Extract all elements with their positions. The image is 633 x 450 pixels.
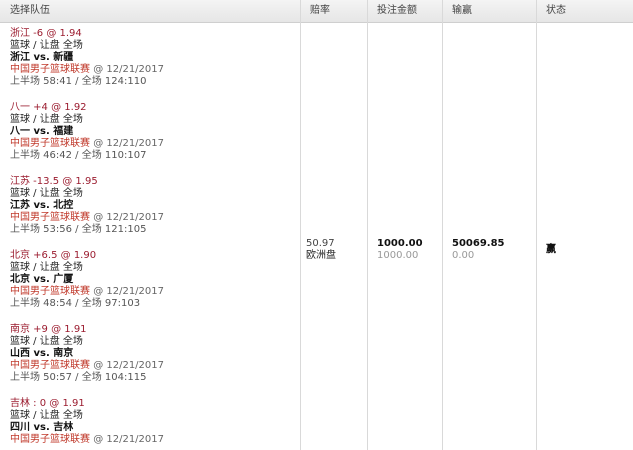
bet-match: 山西 vs. 南京 [10,348,74,359]
header-stake: 投注金额 [377,5,417,16]
odds-type: 欧洲盘 [306,250,336,261]
bet-score: 上半场 48:54 / 全场 97:103 [10,298,141,309]
bet-item: 八一 +4 @ 1.92 篮球 / 让盘 全场 八一 vs. 福建 中国男子篮球… [10,102,300,162]
column-divider [442,0,443,450]
bet-detail-table: 选择队伍 赔率 投注金额 输赢 状态 浙江 -6 @ 1.94 篮球 / 让盘 … [0,0,633,450]
bet-item: 浙江 -6 @ 1.94 篮球 / 让盘 全场 浙江 vs. 新疆 中国男子篮球… [10,28,300,88]
bet-date: @ 12/21/2017 [93,138,165,149]
header-status: 状态 [546,5,566,16]
bet-market: 篮球 / 让盘 全场 [10,336,83,347]
stake-cell: 1000.00 1000.00 [377,238,423,262]
bet-item: 南京 +9 @ 1.91 篮球 / 让盘 全场 山西 vs. 南京 中国男子篮球… [10,324,300,384]
stake-sub: 1000.00 [377,250,419,261]
bet-selection: 江苏 -13.5 @ 1.95 [10,176,98,187]
bet-item: 江苏 -13.5 @ 1.95 篮球 / 让盘 全场 江苏 vs. 北控 中国男… [10,176,300,236]
bet-match: 江苏 vs. 北控 [10,200,74,211]
bet-league-line: 中国男子篮球联赛 @ 12/21/2017 [10,138,300,150]
bet-item: 吉林 : 0 @ 1.91 篮球 / 让盘 全场 四川 vs. 吉林 中国男子篮… [10,398,300,446]
bet-market: 篮球 / 让盘 全场 [10,40,83,51]
bet-date: @ 12/21/2017 [93,64,165,75]
bet-score: 上半场 50:57 / 全场 104:115 [10,372,147,383]
bet-league: 中国男子篮球联赛 [10,138,90,149]
bet-item: 北京 +6.5 @ 1.90 篮球 / 让盘 全场 北京 vs. 广厦 中国男子… [10,250,300,310]
bet-selection: 南京 +9 @ 1.91 [10,324,87,335]
stake-value: 1000.00 [377,238,423,249]
bet-league-line: 中国男子篮球联赛 @ 12/21/2017 [10,212,300,224]
bet-selection: 八一 +4 @ 1.92 [10,102,87,113]
winloss-value: 50069.85 [452,238,505,249]
odds-value: 50.97 [306,238,335,249]
bet-league-line: 中国男子篮球联赛 @ 12/21/2017 [10,434,300,446]
odds-cell: 50.97 欧洲盘 [306,238,336,262]
bet-league: 中国男子篮球联赛 [10,64,90,75]
bet-date: @ 12/21/2017 [93,212,165,223]
bet-match: 浙江 vs. 新疆 [10,52,74,63]
header-odds: 赔率 [310,5,330,16]
bet-date: @ 12/21/2017 [93,286,165,297]
bet-score: 上半场 46:42 / 全场 110:107 [10,150,147,161]
table-header: 选择队伍 赔率 投注金额 输赢 状态 [0,0,633,23]
bet-league: 中国男子篮球联赛 [10,434,90,445]
bet-match: 北京 vs. 广厦 [10,274,74,285]
bet-score: 上半场 53:56 / 全场 121:105 [10,224,147,235]
header-winloss: 输赢 [452,5,472,16]
winloss-sub: 0.00 [452,250,475,261]
bet-league: 中国男子篮球联赛 [10,360,90,371]
status-value: 赢 [546,244,556,255]
column-divider [367,0,368,450]
column-divider [300,0,301,450]
bet-selection: 吉林 : 0 @ 1.91 [10,398,85,409]
bet-league: 中国男子篮球联赛 [10,286,90,297]
bet-selection: 北京 +6.5 @ 1.90 [10,250,97,261]
bet-market: 篮球 / 让盘 全场 [10,188,83,199]
bet-league-line: 中国男子篮球联赛 @ 12/21/2017 [10,360,300,372]
bet-market: 篮球 / 让盘 全场 [10,114,83,125]
bet-market: 篮球 / 让盘 全场 [10,410,83,421]
winloss-cell: 50069.85 0.00 [452,238,505,262]
bet-match: 八一 vs. 福建 [10,126,74,137]
bet-league-line: 中国男子篮球联赛 @ 12/21/2017 [10,64,300,76]
bet-league: 中国男子篮球联赛 [10,212,90,223]
bet-score: 上半场 58:41 / 全场 124:110 [10,76,147,87]
bet-match: 四川 vs. 吉林 [10,422,74,433]
bet-market: 篮球 / 让盘 全场 [10,262,83,273]
column-divider [536,0,537,450]
bet-selection: 浙江 -6 @ 1.94 [10,28,82,39]
bet-date: @ 12/21/2017 [93,434,165,445]
bet-league-line: 中国男子篮球联赛 @ 12/21/2017 [10,286,300,298]
bet-date: @ 12/21/2017 [93,360,165,371]
header-team: 选择队伍 [10,5,50,16]
